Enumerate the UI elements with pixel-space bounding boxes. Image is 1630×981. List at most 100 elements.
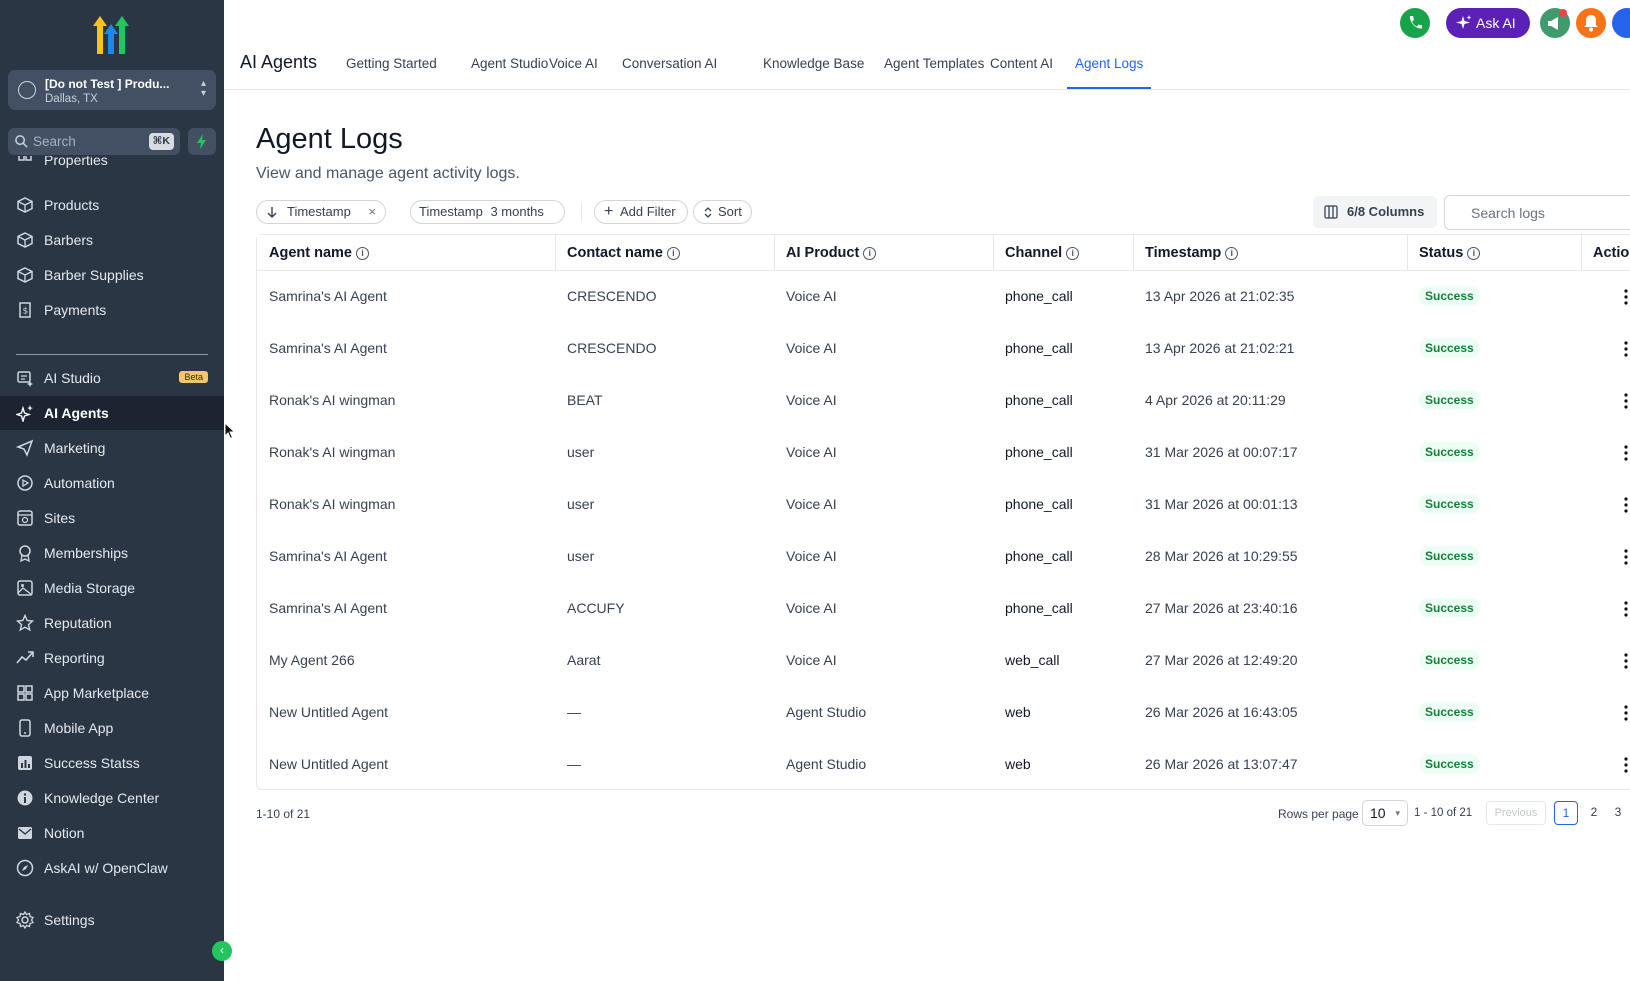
table-row[interactable]: Ronak's AI wingman BEAT Voice AI phone_call… [257, 375, 1630, 427]
info-icon[interactable]: i [863, 247, 877, 260]
tab-agent-logs[interactable]: Agent Logs [1075, 56, 1143, 71]
sidebar-item-properties[interactable]: Properties [0, 156, 224, 174]
sidebar-item-mobile-app[interactable]: Mobile App [0, 711, 224, 745]
column-header-actions[interactable]: Actions [1581, 235, 1630, 271]
more-actions-icon[interactable] [1624, 705, 1628, 721]
location-icon [18, 81, 36, 99]
columns-label: 6/8 Columns [1347, 204, 1425, 219]
page-2-button[interactable]: 2 [1582, 801, 1606, 825]
tab-conversation-ai[interactable]: Conversation AI [622, 56, 717, 71]
sidebar-item-knowledge-center[interactable]: Knowledge Center [0, 781, 224, 815]
sidebar-item-label: Settings [44, 912, 95, 928]
search-logs-input[interactable]: Search logs [1444, 195, 1630, 230]
more-actions-icon[interactable] [1624, 341, 1628, 357]
sidebar-item-products[interactable]: Products [0, 188, 224, 222]
info-icon[interactable]: i [1225, 247, 1239, 260]
sidebar-item-barbers[interactable]: Barbers [0, 223, 224, 257]
status-badge: Success [1419, 650, 1480, 670]
table-row[interactable]: Samrina's AI Agent CRESCENDO Voice AI phone… [257, 271, 1630, 323]
cell-contact: user [567, 548, 595, 564]
close-icon[interactable]: × [368, 201, 376, 223]
info-icon[interactable]: i [356, 247, 369, 260]
info-icon[interactable]: i [666, 247, 680, 260]
cell-channel: phone_call [1005, 444, 1073, 460]
column-header-agent-name[interactable]: Agent name i [257, 235, 555, 271]
table-row[interactable]: New Untitled Agent — Agent Studio web 26 Mar… [257, 739, 1630, 791]
sidebar-item-label: Properties [44, 156, 108, 168]
date-range-chip[interactable]: Timestamp 3 months [410, 200, 565, 224]
cell-contact: user [567, 496, 595, 512]
column-header-timestamp[interactable]: Timestamp i [1133, 235, 1407, 271]
add-filter-button[interactable]: + Add Filter [594, 200, 688, 224]
sidebar-item-barber-supplies[interactable]: Barber Supplies [0, 258, 224, 292]
table-row[interactable]: Ronak's AI wingman user Voice AI phone_call… [257, 479, 1630, 531]
add-filter-label: Add Filter [620, 204, 676, 219]
page-1-button[interactable]: 1 [1554, 801, 1578, 825]
more-actions-icon[interactable] [1624, 549, 1628, 565]
compass-icon [16, 859, 34, 877]
sidebar-item-ai-studio[interactable]: AI Studio Beta [0, 361, 224, 395]
sidebar-search-input[interactable]: Search ⌘K [8, 128, 180, 155]
column-header-ai-product[interactable]: AI Product i [774, 235, 993, 271]
more-actions-icon[interactable] [1624, 653, 1628, 669]
sidebar-item-settings[interactable]: Settings [0, 903, 224, 937]
more-actions-icon[interactable] [1624, 497, 1628, 513]
table-row[interactable]: Samrina's AI Agent user Voice AI phone_call… [257, 531, 1630, 583]
column-header-contact-name[interactable]: Contact name i [555, 235, 774, 271]
more-actions-icon[interactable] [1624, 445, 1628, 461]
sidebar-item-app-marketplace[interactable]: App Marketplace [0, 676, 224, 710]
sidebar-item-ai-agents[interactable]: AI Agents [0, 396, 224, 430]
svg-text:$: $ [23, 307, 29, 317]
award-icon [19, 545, 31, 562]
account-switcher[interactable]: [Do not Test ] Produ... Dallas, TX ▴ ▾ [8, 70, 216, 110]
sidebar-item-marketing[interactable]: Marketing [0, 431, 224, 465]
collapse-sidebar-button[interactable]: ‹ [212, 941, 232, 961]
more-actions-icon[interactable] [1624, 289, 1628, 305]
column-header-status[interactable]: Status i [1407, 235, 1581, 271]
table-row[interactable]: Samrina's AI Agent CRESCENDO Voice AI phone… [257, 323, 1630, 375]
sidebar-item-memberships[interactable]: Memberships [0, 536, 224, 570]
tab-agent-templates[interactable]: Agent Templates [884, 56, 984, 71]
table-row[interactable]: My Agent 266 Aarat Voice AI web_call 27 Mar … [257, 635, 1630, 687]
sidebar-item-notion[interactable]: Notion [0, 816, 224, 850]
more-actions-icon[interactable] [1624, 393, 1628, 409]
column-header-channel[interactable]: Channel i [993, 235, 1133, 271]
chart-icon [18, 756, 32, 770]
tab-agent-studio[interactable]: Agent Studio [471, 56, 548, 71]
table-row[interactable]: Ronak's AI wingman user Voice AI phone_call… [257, 427, 1630, 479]
cell-channel: phone_call [1005, 496, 1073, 512]
status-badge: Success [1419, 442, 1480, 462]
sort-button[interactable]: Sort [693, 200, 752, 224]
sidebar-item-reporting[interactable]: Reporting [0, 641, 224, 675]
cell-product: Voice AI [786, 496, 837, 512]
more-actions-icon[interactable] [1624, 757, 1628, 773]
announcements-button[interactable] [1540, 8, 1570, 38]
phone-button[interactable] [1400, 8, 1430, 38]
ask-ai-button[interactable]: Ask AI [1446, 8, 1530, 38]
sidebar-item-success-statss[interactable]: Success Statss [0, 746, 224, 780]
tab-knowledge-base[interactable]: Knowledge Base [763, 56, 864, 71]
quick-action-button[interactable] [188, 128, 216, 155]
sidebar-item-sites[interactable]: Sites [0, 501, 224, 535]
sort-chip[interactable]: Timestamp × [256, 200, 386, 224]
sidebar-item-askai-w-openclaw[interactable]: AskAI w/ OpenClaw [0, 851, 224, 885]
sidebar-item-payments[interactable]: $ Payments [0, 293, 224, 327]
info-icon[interactable]: i [1066, 247, 1080, 260]
tab-content-ai[interactable]: Content AI [990, 56, 1053, 71]
columns-button[interactable]: 6/8 Columns [1313, 196, 1437, 228]
tab-voice-ai[interactable]: Voice AI [549, 56, 598, 71]
page-3-button[interactable]: 3 [1606, 801, 1630, 825]
sidebar-item-reputation[interactable]: Reputation [0, 606, 224, 640]
info-icon[interactable]: i [1467, 247, 1481, 260]
sidebar-item-media-storage[interactable]: Media Storage [0, 571, 224, 605]
tab-getting-started[interactable]: Getting Started [346, 56, 437, 71]
sidebar-item-automation[interactable]: Automation [0, 466, 224, 500]
bell-icon [1584, 15, 1598, 32]
table-row[interactable]: New Untitled Agent — Agent Studio web 26 Mar… [257, 687, 1630, 739]
more-actions-icon[interactable] [1624, 601, 1628, 617]
notifications-button[interactable] [1576, 8, 1606, 38]
previous-page-button[interactable]: Previous [1486, 801, 1546, 825]
profile-avatar[interactable] [1612, 8, 1630, 38]
rows-per-page-select[interactable]: 10 ▾ [1362, 800, 1408, 826]
table-row[interactable]: Samrina's AI Agent ACCUFY Voice AI phone_ca… [257, 583, 1630, 635]
